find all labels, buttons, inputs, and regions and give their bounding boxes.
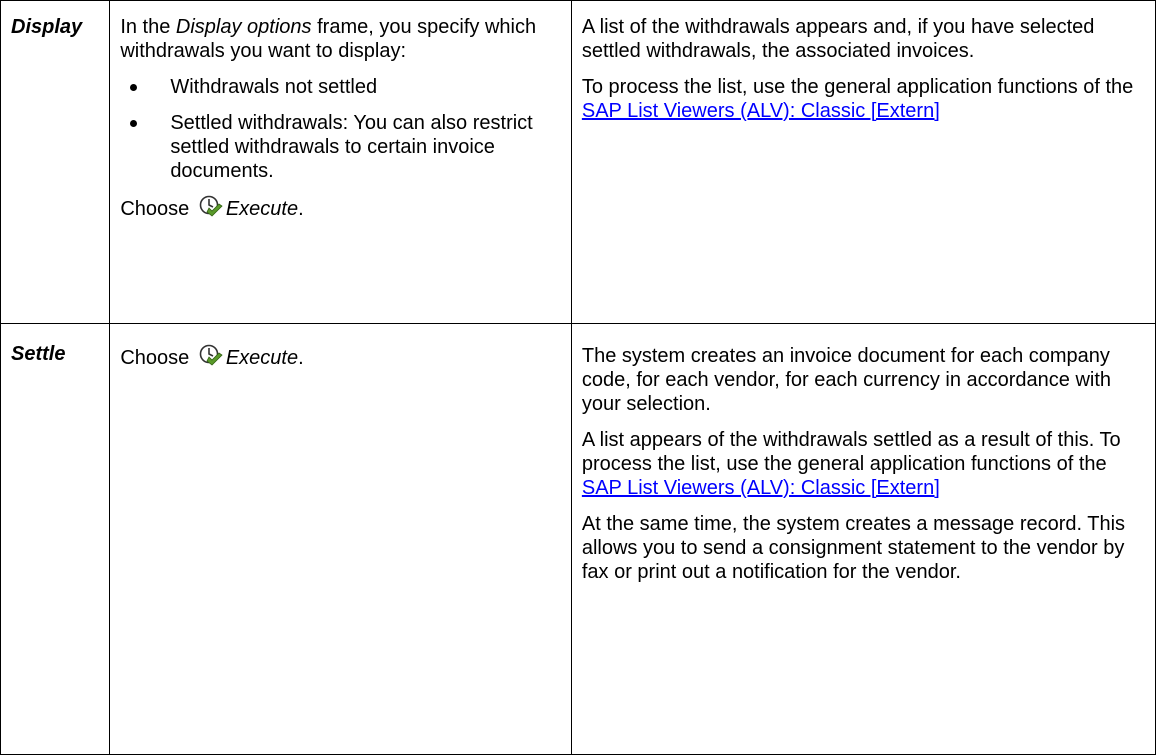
execute-term: Execute: [225, 347, 299, 369]
execute-term: Execute: [225, 198, 299, 220]
execute-icon: [198, 344, 224, 368]
choose-text: Choose: [120, 198, 195, 220]
execute-icon: [198, 195, 224, 219]
action-cell-settle: Choose Execute.: [109, 323, 572, 755]
bullet-icon: [130, 84, 138, 91]
result-paragraph: A list of the withdrawals appears and, i…: [581, 16, 1095, 62]
list-item: Withdrawals not settled: [120, 75, 561, 99]
choose-period: .: [298, 347, 304, 369]
result-paragraph: A list appears of the withdrawals settle…: [582, 428, 1145, 500]
choose-execute-instruction: Choose Execute.: [120, 344, 561, 370]
intro-text-pre: In the: [120, 16, 176, 38]
result-paragraph: The system creates an invoice document f…: [581, 345, 1112, 415]
withdrawal-type-list: Withdrawals not settled Settled withdraw…: [120, 75, 561, 183]
result-cell-settle: The system creates an invoice document f…: [570, 323, 1157, 755]
table-row-display: Display In the Display options frame, yo…: [0, 0, 1157, 324]
table-row-settle: Settle Choose Execute. The system create…: [0, 323, 1157, 755]
alv-classic-link[interactable]: SAP List Viewers (ALV): Classic [Extern]: [582, 100, 940, 122]
result-text: To process the list, use the general app…: [581, 76, 1134, 98]
action-intro: In the Display options frame, you specif…: [120, 15, 561, 63]
result-paragraph: To process the list, use the general app…: [582, 75, 1145, 123]
result-cell-display: A list of the withdrawals appears and, i…: [570, 0, 1157, 324]
choose-text: Choose: [120, 347, 195, 369]
list-item-text: Settled withdrawals: You can also restri…: [170, 112, 533, 182]
list-item-text: Withdrawals not settled: [170, 76, 378, 98]
bullet-icon: [130, 120, 138, 127]
choose-period: .: [298, 198, 304, 220]
list-item: Settled withdrawals: You can also restri…: [120, 111, 561, 183]
action-cell-display: In the Display options frame, you specif…: [109, 0, 572, 324]
result-paragraph: At the same time, the system creates a m…: [581, 513, 1126, 583]
result-text: A list appears of the withdrawals settle…: [581, 429, 1121, 475]
step-label-settle: Settle: [0, 323, 111, 755]
step-label-display: Display: [0, 0, 111, 324]
procedure-table: Display In the Display options frame, yo…: [0, 0, 1157, 755]
alv-classic-link[interactable]: SAP List Viewers (ALV): Classic [Extern]: [582, 477, 940, 499]
choose-execute-instruction: Choose Execute.: [120, 195, 561, 221]
display-options-term: Display options: [175, 16, 312, 38]
